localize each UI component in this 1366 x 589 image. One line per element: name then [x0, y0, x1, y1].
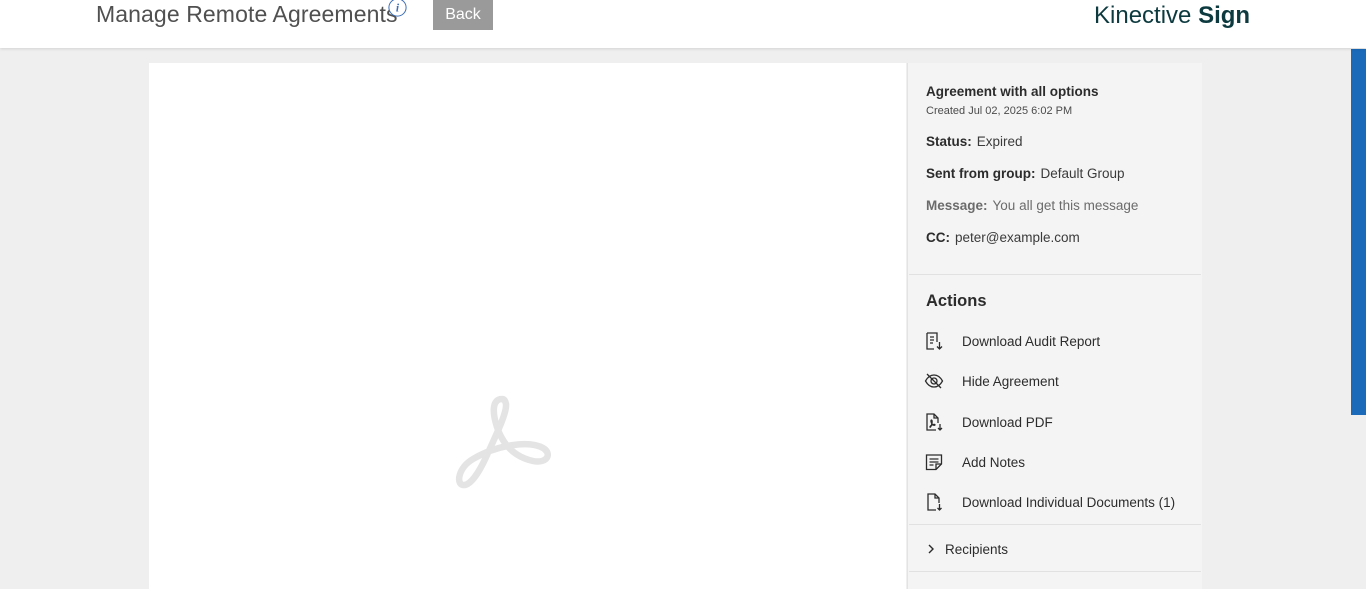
notes-icon: [924, 452, 944, 472]
recipients-label: Recipients: [945, 541, 1009, 557]
audit-report-icon: [924, 331, 944, 351]
top-bar: Manage Remote Agreements i Back Kinectiv…: [0, 0, 1366, 48]
download-individual-documents-button[interactable]: Download Individual Documents (1): [924, 489, 1194, 515]
add-notes-button[interactable]: Add Notes: [924, 449, 1194, 475]
agreement-details-panel: Agreement with all options Created Jul 0…: [907, 63, 1202, 589]
action-label: Download Audit Report: [962, 333, 1101, 349]
action-label: Hide Agreement: [962, 373, 1059, 389]
eye-off-icon: [924, 371, 944, 391]
download-pdf-button[interactable]: Download PDF: [924, 409, 1194, 435]
group-value: Default Group: [1040, 166, 1125, 181]
download-audit-report-button[interactable]: Download Audit Report: [924, 328, 1194, 354]
recipients-toggle[interactable]: Recipients: [924, 539, 1008, 559]
back-button[interactable]: Back: [433, 0, 493, 30]
status-value: Expired: [976, 134, 1023, 149]
chevron-right-icon: [924, 542, 938, 556]
hide-agreement-button[interactable]: Hide Agreement: [924, 368, 1194, 394]
page-title: Manage Remote Agreements: [96, 1, 398, 27]
message-value: You all get this message: [992, 198, 1139, 213]
action-label: Download Individual Documents (1): [962, 494, 1176, 510]
scrollbar-thumb[interactable]: [1351, 49, 1366, 415]
divider: [909, 571, 1201, 572]
status-row: Status: Expired: [926, 134, 1023, 149]
brand-name-bold: Sign: [1198, 2, 1251, 29]
document-download-icon: [924, 492, 944, 512]
message-label: Message:: [926, 198, 988, 213]
info-icon[interactable]: i: [388, 0, 407, 17]
pdf-download-icon: [924, 412, 944, 432]
document-preview: [149, 63, 906, 589]
agreement-name: Agreement with all options: [926, 84, 1099, 99]
action-label: Add Notes: [962, 454, 1026, 470]
cc-row: CC: peter@example.com: [926, 230, 1080, 245]
brand-name-light: Kinective: [1094, 2, 1192, 29]
brand-logo: Kinective Sign: [1094, 2, 1250, 30]
cc-label: CC:: [926, 230, 950, 245]
created-date: Created Jul 02, 2025 6:02 PM: [926, 105, 1073, 117]
divider: [909, 274, 1201, 275]
divider: [909, 524, 1201, 525]
group-row: Sent from group: Default Group: [926, 166, 1125, 181]
acrobat-logo-icon: [453, 393, 551, 489]
message-row: Message: You all get this message: [926, 198, 1138, 213]
status-label: Status:: [926, 134, 972, 149]
actions-heading: Actions: [926, 292, 987, 310]
action-label: Download PDF: [962, 414, 1053, 430]
group-label: Sent from group:: [926, 166, 1036, 181]
cc-value: peter@example.com: [955, 230, 1080, 245]
